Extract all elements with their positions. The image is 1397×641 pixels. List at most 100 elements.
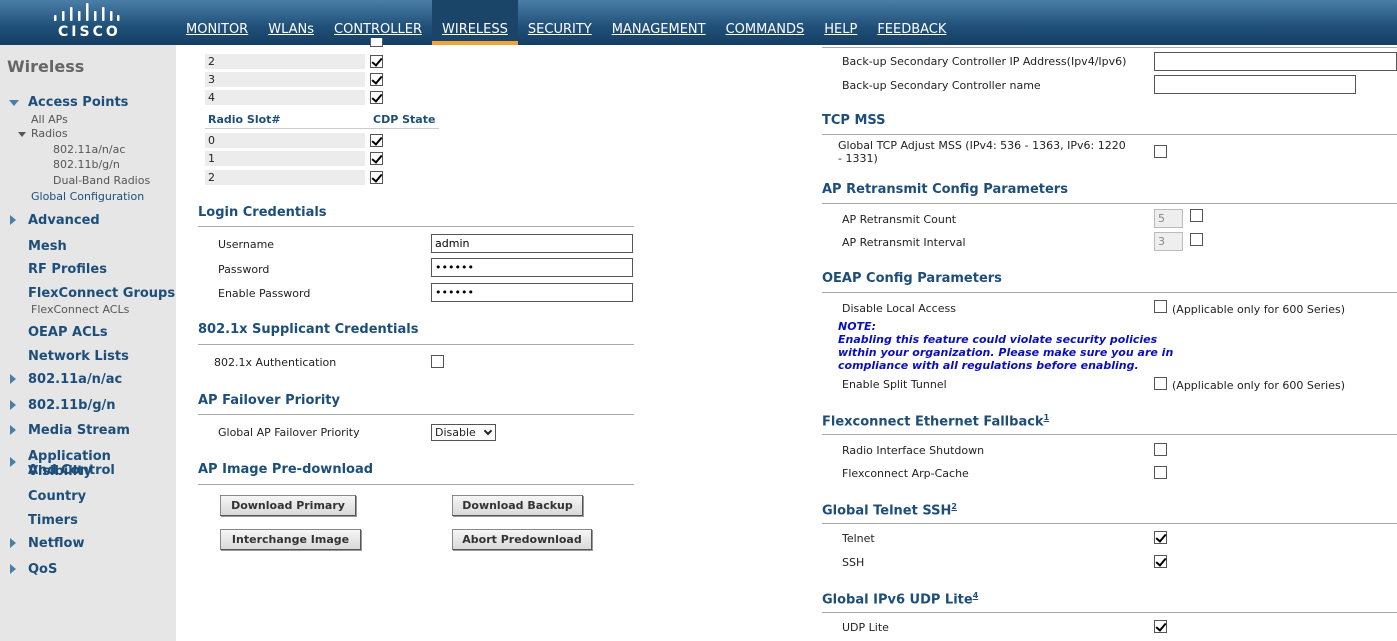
footnote-link[interactable]: 2 (951, 502, 957, 511)
sidebar-item-access-points[interactable]: Access Points (28, 95, 128, 110)
backup-secondary-ip-field[interactable] (1154, 52, 1397, 71)
sidebar-item-flexconnect-acls[interactable]: FlexConnect ACLs (31, 303, 129, 316)
divider (822, 203, 1397, 204)
sidebar-item-radios[interactable]: Radios (31, 127, 68, 140)
footnote-link[interactable]: 1 (1044, 413, 1050, 422)
retransmit-count-checkbox[interactable] (1190, 209, 1203, 222)
sidebar-item-country[interactable]: Country (28, 489, 86, 504)
divider (198, 344, 634, 345)
udp-lite-title-text: Global IPv6 UDP Lite (822, 592, 973, 608)
tcp-mss-checkbox[interactable] (1154, 145, 1167, 158)
footnote-link[interactable]: 4 (973, 591, 979, 600)
radios-expanded-icon[interactable] (18, 132, 26, 137)
udp-lite-label: UDP Lite (842, 621, 889, 634)
expanded-arrow-icon[interactable] (9, 100, 19, 106)
collapsed-arrow-icon[interactable] (10, 538, 16, 548)
slot-checkbox[interactable] (370, 55, 383, 68)
username-field[interactable]: admin (431, 234, 633, 253)
menu-management[interactable]: MANAGEMENT (602, 0, 716, 45)
sidebar-item-timers[interactable]: Timers (28, 513, 78, 528)
enable-password-field[interactable]: •••••• (431, 283, 633, 302)
disable-local-access-label: Disable Local Access (842, 302, 956, 315)
note-line-3: compliance with all regulations before e… (838, 359, 1139, 372)
collapsed-arrow-icon[interactable] (10, 374, 16, 384)
sidebar-item-radio-a[interactable]: 802.11a/n/ac (53, 143, 125, 156)
divider (198, 484, 634, 485)
top-navigation-bar: CISCO MONITOR WLANs CONTROLLER WIRELESS … (0, 0, 1397, 45)
retransmit-interval-label: AP Retransmit Interval (842, 236, 966, 249)
partial-checkbox[interactable] (370, 38, 383, 47)
retransmit-count-field[interactable]: 5 (1154, 209, 1183, 228)
password-field[interactable]: •••••• (431, 258, 633, 277)
retransmit-title: AP Retransmit Config Parameters (822, 182, 1068, 197)
applicable-600-note: (Applicable only for 600 Series) (1172, 303, 1345, 316)
cdp-checkbox[interactable] (370, 171, 383, 184)
slot-checkbox[interactable] (370, 91, 383, 104)
retransmit-count-label: AP Retransmit Count (842, 213, 957, 226)
sidebar-item-80211a[interactable]: 802.11a/n/ac (28, 372, 122, 387)
fallback-title-text: Flexconnect Ethernet Fallback (822, 414, 1044, 430)
telnet-ssh-title: Global Telnet SSH2 (822, 502, 957, 518)
collapsed-arrow-icon[interactable] (10, 425, 16, 435)
sidebar-item-oeap-acls[interactable]: OEAP ACLs (28, 325, 108, 340)
password-label: Password (218, 263, 270, 276)
cdp-checkbox[interactable] (370, 134, 383, 147)
failover-priority-select[interactable]: Disable (431, 424, 496, 441)
collapsed-arrow-icon[interactable] (10, 215, 16, 225)
collapsed-arrow-icon[interactable] (10, 457, 16, 467)
collapsed-arrow-icon[interactable] (10, 400, 16, 410)
sidebar-item-netflow[interactable]: Netflow (28, 536, 85, 551)
menu-monitor[interactable]: MONITOR (176, 0, 258, 45)
dot1x-auth-label: 802.1x Authentication (214, 356, 337, 369)
dot1x-auth-checkbox[interactable] (431, 355, 444, 368)
divider (822, 434, 1397, 435)
sidebar-item-dual-band[interactable]: Dual-Band Radios (53, 174, 150, 187)
menu-feedback[interactable]: FEEDBACK (867, 0, 956, 45)
sidebar-item-mesh[interactable]: Mesh (28, 239, 67, 254)
menu-help[interactable]: HELP (814, 0, 867, 45)
sidebar-item-global-configuration[interactable]: Global Configuration (31, 190, 144, 203)
disable-local-access-checkbox[interactable] (1154, 300, 1167, 313)
applicable-600-note: (Applicable only for 600 Series) (1172, 379, 1345, 392)
sidebar-item-80211b[interactable]: 802.11b/g/n (28, 398, 116, 413)
chevron-down-icon (483, 426, 493, 436)
menu-wireless[interactable]: WIRELESS (432, 0, 518, 45)
abort-predownload-button[interactable]: Abort Predownload (452, 529, 592, 550)
udp-lite-checkbox[interactable] (1154, 620, 1167, 633)
oeap-title: OEAP Config Parameters (822, 271, 1002, 286)
sidebar-item-advanced[interactable]: Advanced (28, 213, 100, 228)
retransmit-interval-checkbox[interactable] (1190, 233, 1203, 246)
sidebar-item-qos[interactable]: QoS (28, 562, 57, 577)
cdp-checkbox[interactable] (370, 152, 383, 165)
menu-commands[interactable]: COMMANDS (716, 0, 815, 45)
menu-wlans[interactable]: WLANs (258, 0, 324, 45)
divider (205, 128, 439, 129)
sidebar-item-all-aps[interactable]: All APs (31, 113, 68, 126)
sidebar-item-flexconnect-groups[interactable]: FlexConnect Groups (28, 286, 175, 301)
telnet-checkbox[interactable] (1154, 531, 1167, 544)
retransmit-interval-field[interactable]: 3 (1154, 232, 1183, 251)
slot-cell: 4 (205, 90, 365, 105)
sidebar-item-media-stream[interactable]: Media Stream (28, 423, 130, 438)
ssh-checkbox[interactable] (1154, 555, 1167, 568)
sidebar-item-network-lists[interactable]: Network Lists (28, 349, 129, 364)
sidebar-item-radio-b[interactable]: 802.11b/g/n (53, 158, 120, 171)
split-tunnel-checkbox[interactable] (1154, 377, 1167, 390)
enable-password-label: Enable Password (218, 287, 311, 300)
arp-cache-checkbox[interactable] (1154, 466, 1167, 479)
menu-security[interactable]: SECURITY (518, 0, 602, 45)
interchange-image-button[interactable]: Interchange Image (220, 529, 361, 550)
supplicant-credentials-title: 802.1x Supplicant Credentials (198, 322, 419, 337)
collapsed-arrow-icon[interactable] (10, 564, 16, 574)
sidebar-item-rf-profiles[interactable]: RF Profiles (28, 262, 107, 277)
sidebar-item-avc-line2[interactable]: And Control (28, 463, 115, 478)
radio-shutdown-label: Radio Interface Shutdown (842, 444, 985, 457)
download-primary-button[interactable]: Download Primary (220, 495, 356, 516)
main-menu: MONITOR WLANs CONTROLLER WIRELESS SECURI… (176, 0, 956, 45)
sidebar: Wireless Access Points All APs Radios 80… (0, 45, 176, 641)
backup-secondary-name-field[interactable] (1154, 75, 1356, 94)
download-backup-button[interactable]: Download Backup (452, 495, 583, 516)
slot-checkbox[interactable] (370, 73, 383, 86)
username-label: Username (218, 238, 275, 251)
radio-shutdown-checkbox[interactable] (1154, 443, 1167, 456)
